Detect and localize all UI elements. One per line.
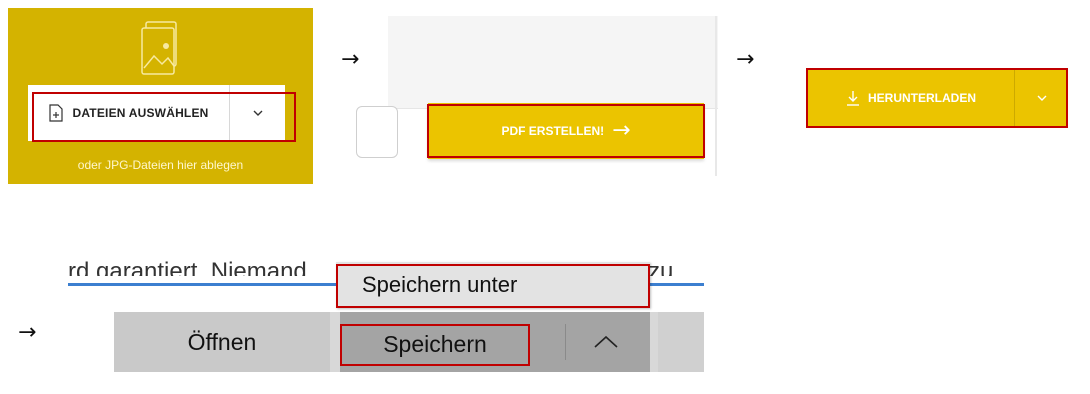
background-page-text-right: zu (648, 258, 674, 276)
highlight-box (340, 324, 530, 366)
highlight-box (336, 264, 650, 308)
highlight-box (32, 92, 296, 142)
chevron-up-icon (594, 335, 618, 348)
step-arrow: → (18, 320, 37, 345)
image-icon (141, 21, 177, 75)
cancel-area[interactable] (658, 312, 704, 372)
divider (565, 324, 566, 360)
dropzone-hint: oder JPG-Dateien hier ablegen (77, 158, 244, 172)
step-arrow: → (736, 47, 755, 72)
background-page-text: rd garantiert. Niemand (68, 258, 307, 276)
divider (715, 16, 717, 176)
highlight-box (806, 68, 1068, 128)
pdf-panel-header (388, 16, 718, 109)
step-arrow: → (341, 47, 360, 72)
highlight-box (427, 104, 705, 158)
open-button[interactable]: Öffnen (114, 312, 330, 372)
text-field[interactable] (356, 106, 398, 158)
save-options-button[interactable] (584, 326, 628, 358)
